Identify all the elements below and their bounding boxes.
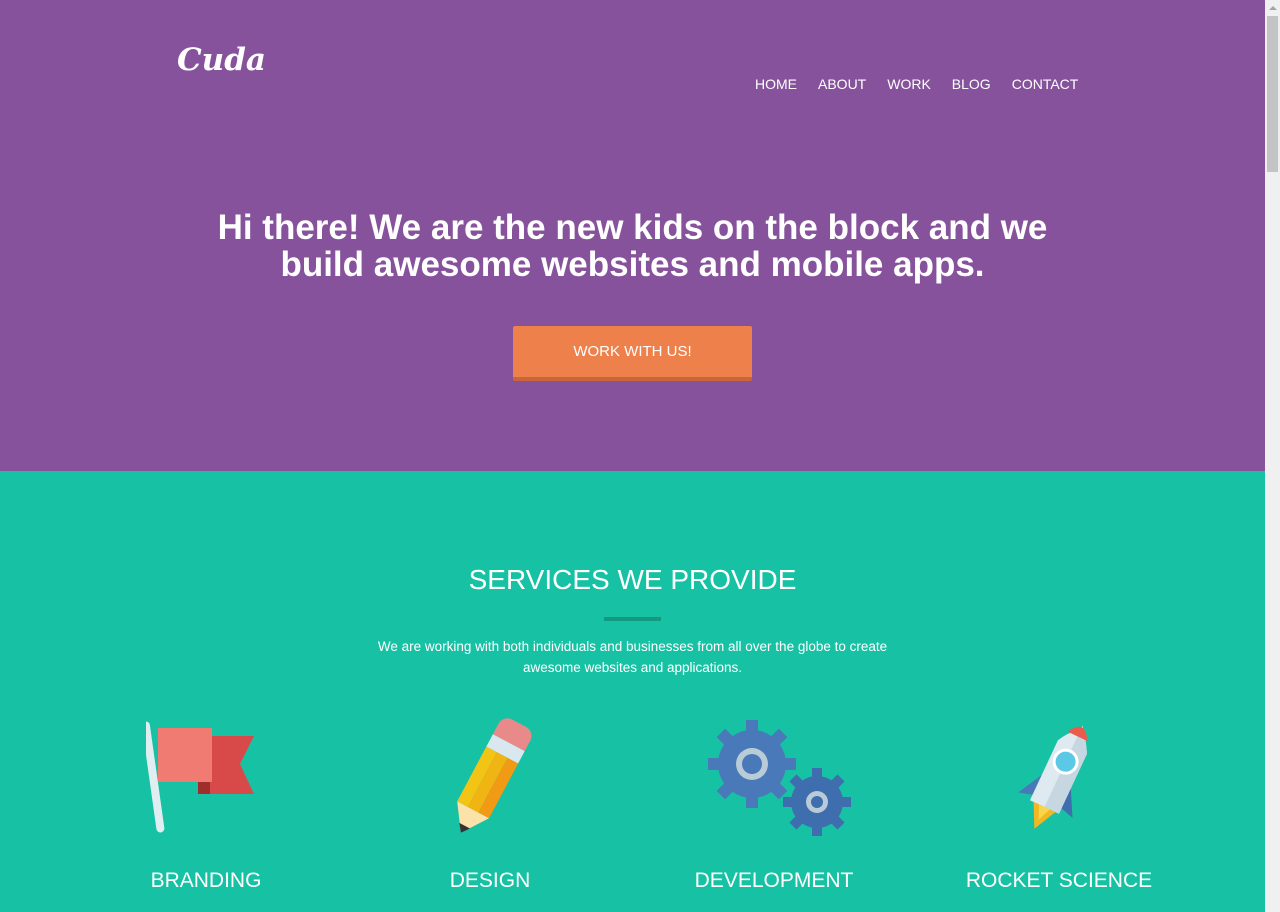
service-label-rocket-science: ROCKET SCIENCE — [965, 869, 1153, 892]
section-divider — [604, 617, 661, 621]
service-label-development: DEVELOPMENT — [694, 869, 854, 892]
gears-icon — [708, 720, 851, 836]
main-nav: HOME ABOUT WORK BLOG CONTACT — [755, 74, 1099, 94]
service-label-branding: BRANDING — [150, 869, 262, 892]
logo[interactable]: Cuda — [177, 42, 266, 78]
hero-headline: Hi there! We are the new kids on the blo… — [0, 209, 1265, 283]
nav-item-blog[interactable]: BLOG — [952, 74, 991, 94]
nav-item-about[interactable]: ABOUT — [818, 74, 866, 94]
hero-section: Cuda HOME ABOUT WORK BLOG CONTACT Hi the… — [0, 0, 1265, 471]
service-development — [674, 716, 874, 841]
service-label-design: DESIGN — [449, 869, 531, 892]
scroll-up-arrow-icon[interactable] — [1265, 0, 1280, 15]
hero-headline-line-1: Hi there! We are the new kids on the blo… — [217, 208, 1048, 247]
nav-item-work[interactable]: WORK — [887, 74, 931, 94]
page: Cuda HOME ABOUT WORK BLOG CONTACT Hi the… — [0, 0, 1265, 912]
scrollbar-thumb[interactable] — [1267, 16, 1278, 172]
services-section: SERVICES WE PROVIDE We are working with … — [0, 471, 1265, 912]
pencil-icon — [457, 718, 532, 833]
service-rocket-science — [958, 716, 1158, 841]
service-design — [390, 716, 590, 841]
services-title: SERVICES WE PROVIDE — [468, 564, 797, 595]
work-with-us-button[interactable]: WORK WITH US! — [513, 326, 752, 381]
services-description: We are working with both individuals and… — [377, 639, 888, 675]
nav-item-home[interactable]: HOME — [755, 74, 797, 94]
flag-icon — [146, 721, 254, 833]
nav-item-contact[interactable]: CONTACT — [1012, 74, 1079, 94]
hero-headline-line-2: build awesome websites and mobile apps. — [280, 245, 985, 284]
rocket-icon — [1018, 725, 1088, 829]
service-branding — [106, 716, 306, 841]
